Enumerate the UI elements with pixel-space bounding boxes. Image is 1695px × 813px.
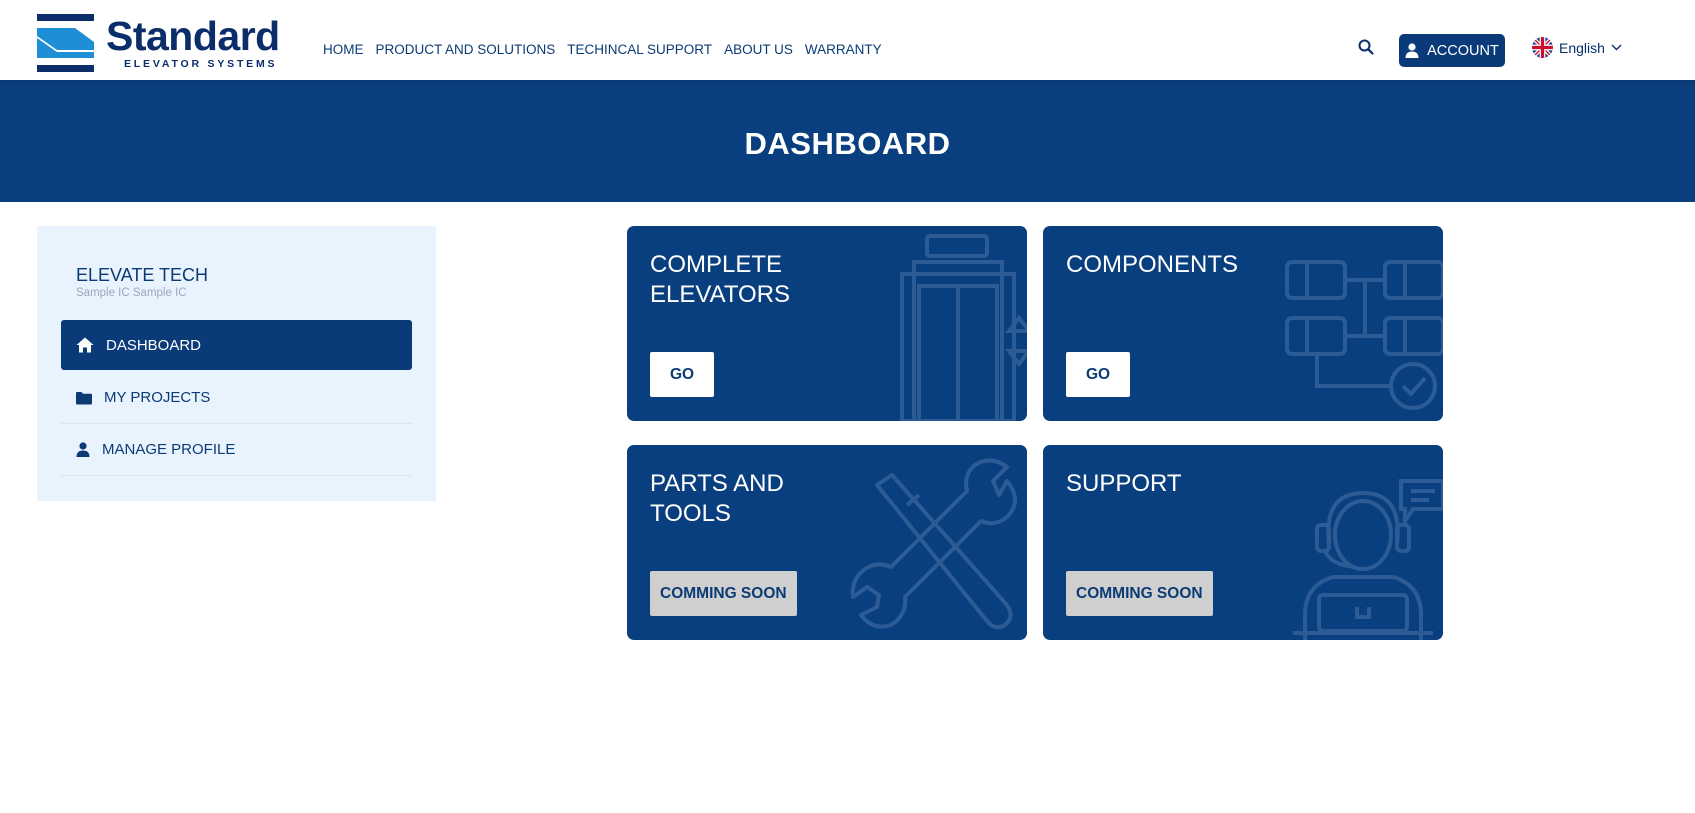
brand-tagline: ELEVATOR SYSTEMS: [124, 58, 278, 70]
sidebar-item-manage-profile[interactable]: MANAGE PROFILE: [61, 424, 412, 476]
company-subtitle: Sample IC Sample IC: [76, 287, 187, 299]
language-label: English: [1559, 39, 1605, 56]
nav-product-and-solutions[interactable]: PRODUCT AND SOLUTIONS: [376, 42, 556, 57]
folder-icon: [76, 391, 92, 404]
site-header: Standard ELEVATOR SYSTEMS HOME PRODUCT A…: [0, 0, 1695, 86]
brand-name: Standard: [106, 13, 280, 59]
main-nav: HOME PRODUCT AND SOLUTIONS TECHINCAL SUP…: [323, 42, 882, 57]
card-components[interactable]: COMPONENTS GO: [1043, 226, 1443, 421]
sidebar-item-label: DASHBOARD: [106, 336, 202, 354]
tools-icon: [850, 458, 1017, 630]
sidebar: ELEVATE TECH Sample IC Sample IC DASHBOA…: [37, 226, 436, 501]
nav-technical-support[interactable]: TECHINCAL SUPPORT: [567, 42, 712, 57]
coming-soon-button[interactable]: COMMING SOON: [1066, 571, 1213, 616]
sidebar-item-label: MY PROJECTS: [104, 389, 211, 406]
logo-mark-icon: [37, 14, 94, 72]
sidebar-item-label: MANAGE PROFILE: [102, 441, 236, 458]
coming-soon-button[interactable]: COMMING SOON: [650, 571, 797, 616]
sidebar-item-dashboard[interactable]: DASHBOARD: [61, 320, 412, 370]
chevron-down-icon: [1611, 44, 1622, 51]
sidebar-menu: DASHBOARD MY PROJECTS MANAGE PROFILE: [61, 320, 412, 476]
user-icon: [1405, 43, 1419, 58]
company-name: ELEVATE TECH: [76, 265, 209, 285]
page-banner: DASHBOARD: [0, 86, 1695, 202]
card-support[interactable]: SUPPORT COMMING SOON: [1043, 445, 1443, 640]
card-title: COMPONENTS: [1066, 251, 1239, 278]
page-title: DASHBOARD: [744, 126, 951, 161]
card-complete-elevators[interactable]: COMPLETE ELEVATORS GO: [627, 226, 1027, 421]
go-button[interactable]: GO: [1066, 352, 1131, 397]
user-icon: [76, 442, 90, 457]
uk-flag-icon: [1532, 37, 1553, 58]
home-icon: [76, 337, 94, 353]
elevator-icon: [900, 234, 1027, 421]
search-button[interactable]: [1357, 38, 1377, 58]
card-title: SUPPORT: [1066, 470, 1182, 497]
sidebar-item-my-projects[interactable]: MY PROJECTS: [61, 372, 412, 424]
nav-about-us[interactable]: ABOUT US: [724, 42, 793, 57]
card-parts-and-tools[interactable]: PARTS AND TOOLS COMMING SOON: [627, 445, 1027, 640]
support-agent-icon: [1293, 479, 1443, 640]
nav-home[interactable]: HOME: [323, 42, 364, 57]
search-icon: [1358, 39, 1374, 55]
language-selector[interactable]: English: [1532, 37, 1622, 58]
components-icon: [1285, 260, 1443, 410]
card-title: COMPLETE ELEVATORS: [650, 251, 791, 308]
brand-logo[interactable]: Standard ELEVATOR SYSTEMS: [37, 14, 287, 72]
account-button[interactable]: ACCOUNT: [1399, 34, 1505, 67]
go-button[interactable]: GO: [650, 352, 715, 397]
nav-warranty[interactable]: WARRANTY: [805, 42, 882, 57]
card-title: PARTS AND TOOLS: [650, 470, 784, 527]
account-label: ACCOUNT: [1427, 42, 1499, 59]
